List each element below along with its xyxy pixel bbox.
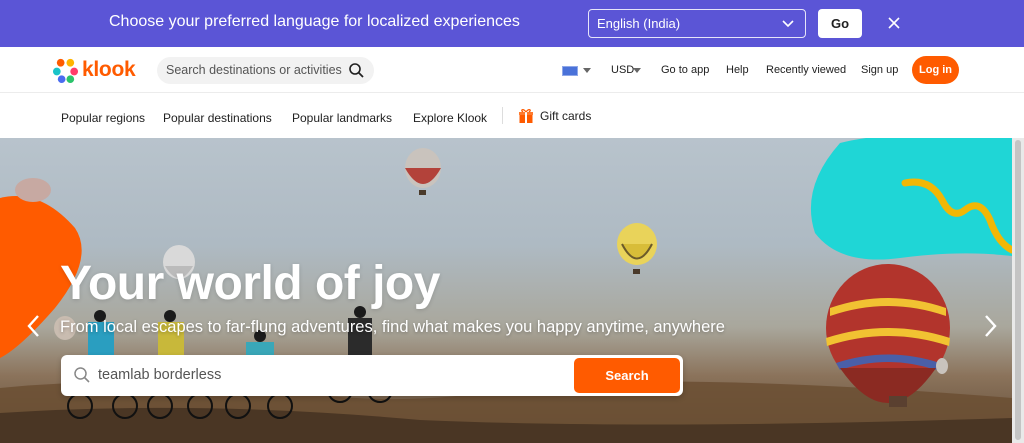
chevron-down-icon: [633, 68, 641, 73]
hero-banner: Your world of joy From local escapes to …: [0, 138, 1012, 443]
hero-title: Your world of joy: [60, 257, 440, 310]
go-to-app-link[interactable]: Go to app: [661, 64, 709, 76]
klook-logo[interactable]: klook: [52, 57, 136, 83]
hero-search-box: teamlab borderless Search: [61, 355, 683, 396]
language-select[interactable]: English (India): [588, 9, 806, 38]
recently-viewed-link[interactable]: Recently viewed: [766, 64, 846, 76]
scrollbar-thumb[interactable]: [1015, 140, 1021, 440]
header-search-input[interactable]: Search destinations or activities: [157, 57, 374, 84]
chevron-down-icon: [782, 20, 794, 28]
language-select-value: English (India): [597, 16, 681, 31]
language-banner-message: Choose your preferred language for local…: [109, 13, 520, 30]
help-link[interactable]: Help: [726, 64, 749, 76]
nav-explore-klook[interactable]: Explore Klook: [413, 111, 487, 125]
header-search-placeholder: Search destinations or activities: [166, 63, 342, 77]
klook-logo-icon: [52, 58, 79, 83]
site-header: klook Search destinations or activities …: [0, 47, 1024, 93]
hero-search-button[interactable]: Search: [574, 358, 680, 393]
page-scrollbar[interactable]: [1012, 138, 1024, 443]
nav-divider: [502, 107, 503, 124]
search-icon: [74, 367, 90, 383]
nav-popular-landmarks[interactable]: Popular landmarks: [292, 111, 392, 125]
search-icon[interactable]: [348, 62, 365, 79]
gift-icon: [519, 109, 533, 123]
nav-popular-destinations[interactable]: Popular destinations: [163, 111, 272, 125]
sign-up-link[interactable]: Sign up: [861, 64, 898, 76]
hero-search-input[interactable]: teamlab borderless: [98, 367, 221, 383]
currency-selector[interactable]: USD: [611, 64, 634, 76]
close-icon[interactable]: [886, 15, 902, 31]
chevron-left-icon[interactable]: [24, 313, 44, 339]
flag-icon[interactable]: [562, 66, 578, 76]
language-banner: Choose your preferred language for local…: [0, 0, 1024, 47]
category-nav: Popular regions Popular destinations Pop…: [0, 94, 1024, 138]
chevron-right-icon[interactable]: [980, 313, 1000, 339]
nav-gift-cards[interactable]: Gift cards: [540, 109, 591, 123]
chevron-down-icon: [583, 68, 591, 73]
brand-name: klook: [82, 58, 136, 81]
hero-subtitle: From local escapes to far-flung adventur…: [60, 318, 725, 336]
language-go-button[interactable]: Go: [818, 9, 862, 38]
login-button[interactable]: Log in: [912, 56, 959, 84]
nav-popular-regions[interactable]: Popular regions: [61, 111, 145, 125]
